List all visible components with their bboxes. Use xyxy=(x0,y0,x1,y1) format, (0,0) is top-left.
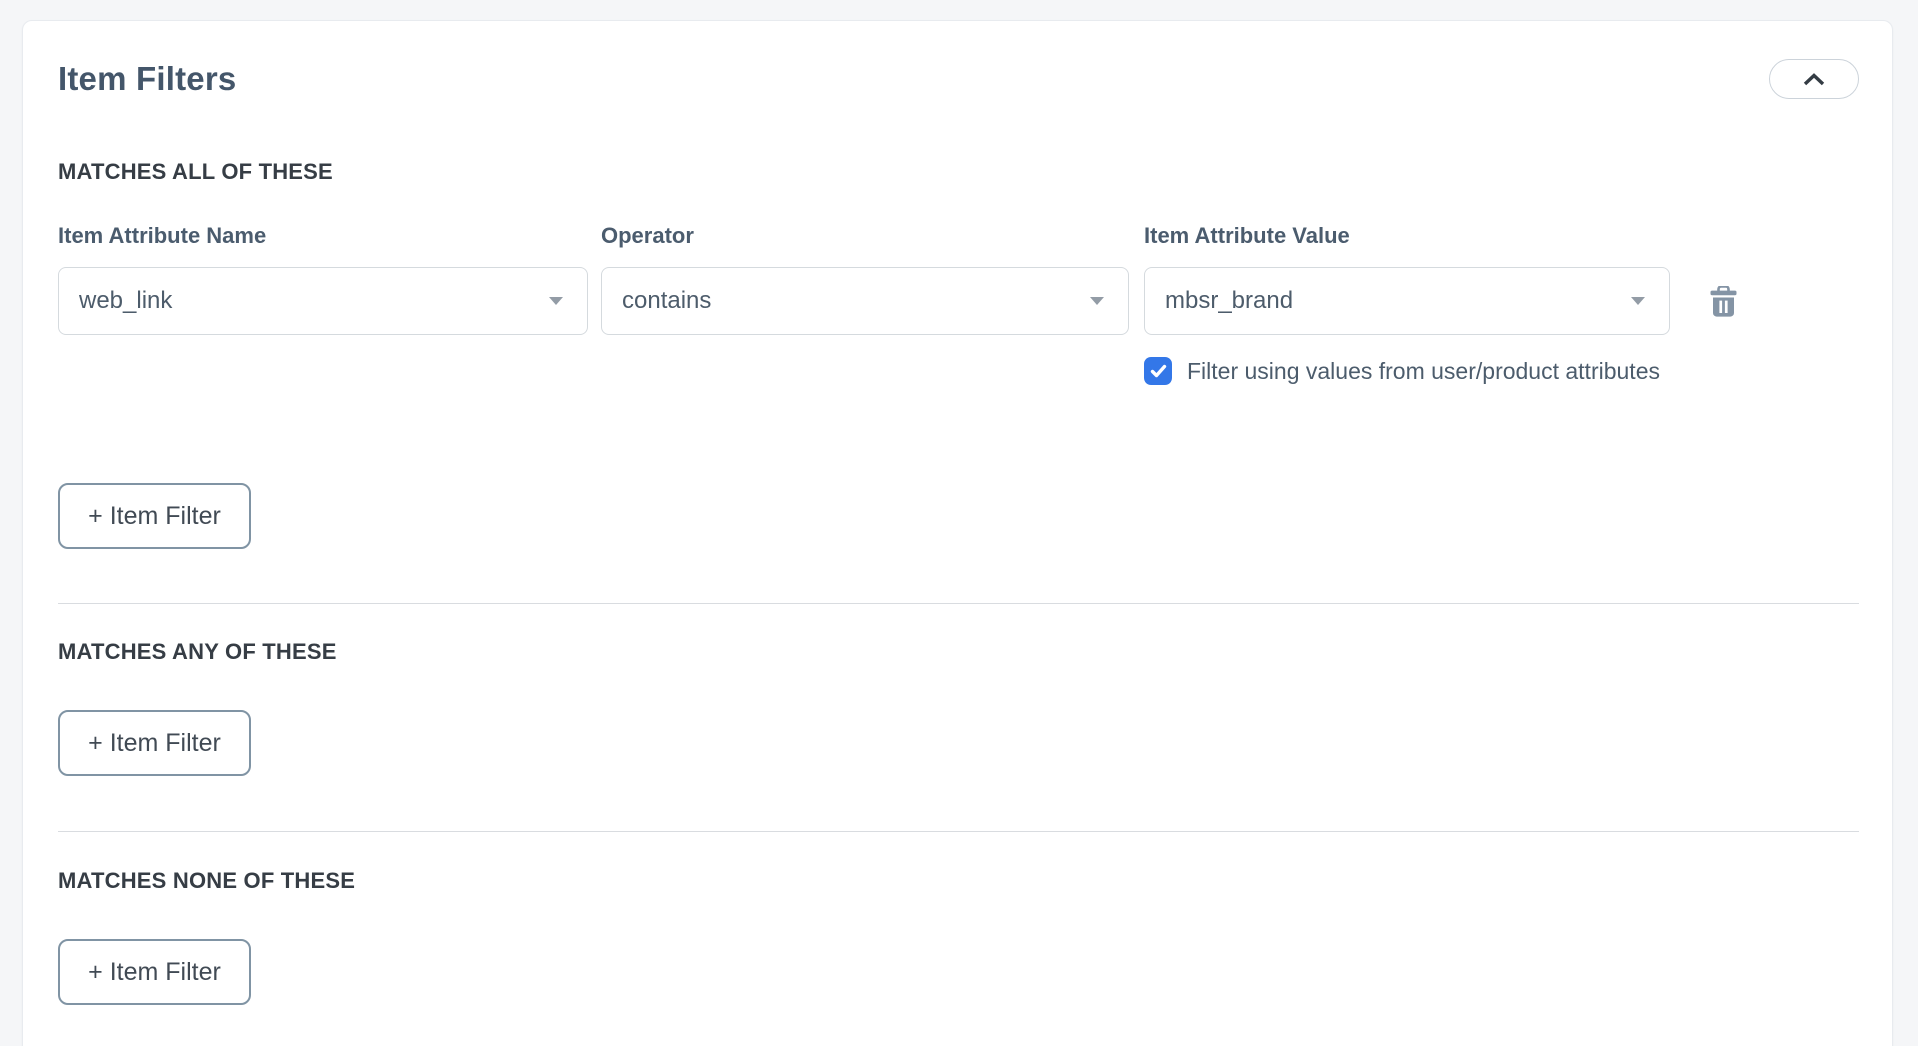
trash-icon xyxy=(1710,286,1737,317)
item-attribute-value-label: Item Attribute Value xyxy=(1144,224,1670,247)
add-item-filter-button-all[interactable]: + Item Filter xyxy=(58,483,251,549)
page-background: Item Filters MATCHES ALL OF THESE Item A… xyxy=(0,0,1918,1046)
page-title: Item Filters xyxy=(58,59,236,99)
item-attribute-name-label: Item Attribute Name xyxy=(58,224,588,247)
card-header: Item Filters xyxy=(58,59,1859,99)
section-header-matches-none: MATCHES NONE OF THESE xyxy=(58,870,1859,892)
section-divider xyxy=(58,603,1859,604)
delete-filter-button[interactable] xyxy=(1709,286,1737,318)
collapse-button[interactable] xyxy=(1769,59,1859,99)
section-header-matches-any: MATCHES ANY OF THESE xyxy=(58,641,1859,663)
caret-down-icon xyxy=(1631,297,1645,305)
operator-column: Operator contains xyxy=(601,224,1129,385)
section-divider xyxy=(58,831,1859,832)
checkmark-icon xyxy=(1150,364,1167,378)
filter-values-checkbox-row: Filter using values from user/product at… xyxy=(1144,357,1670,385)
operator-select[interactable]: contains xyxy=(601,267,1129,335)
item-attribute-value-value: mbsr_brand xyxy=(1165,287,1293,315)
operator-label: Operator xyxy=(601,224,1129,247)
item-attribute-name-value: web_link xyxy=(79,287,172,315)
caret-down-icon xyxy=(549,297,563,305)
item-filters-card: Item Filters MATCHES ALL OF THESE Item A… xyxy=(22,20,1893,1046)
item-attribute-name-column: Item Attribute Name web_link xyxy=(58,224,588,385)
chevron-up-icon xyxy=(1802,73,1826,86)
item-filter-row: Item Attribute Name web_link Operator co… xyxy=(58,224,1859,385)
filter-values-checkbox-label: Filter using values from user/product at… xyxy=(1187,358,1660,385)
filter-values-checkbox[interactable] xyxy=(1144,357,1172,385)
item-attribute-value-column: Item Attribute Value mbsr_brand Filter u… xyxy=(1144,224,1670,385)
add-item-filter-button-none[interactable]: + Item Filter xyxy=(58,939,251,1005)
item-attribute-name-select[interactable]: web_link xyxy=(58,267,588,335)
caret-down-icon xyxy=(1090,297,1104,305)
operator-value: contains xyxy=(622,287,711,315)
section-header-matches-all: MATCHES ALL OF THESE xyxy=(58,161,1859,183)
item-attribute-value-select[interactable]: mbsr_brand xyxy=(1144,267,1670,335)
add-item-filter-button-any[interactable]: + Item Filter xyxy=(58,710,251,776)
